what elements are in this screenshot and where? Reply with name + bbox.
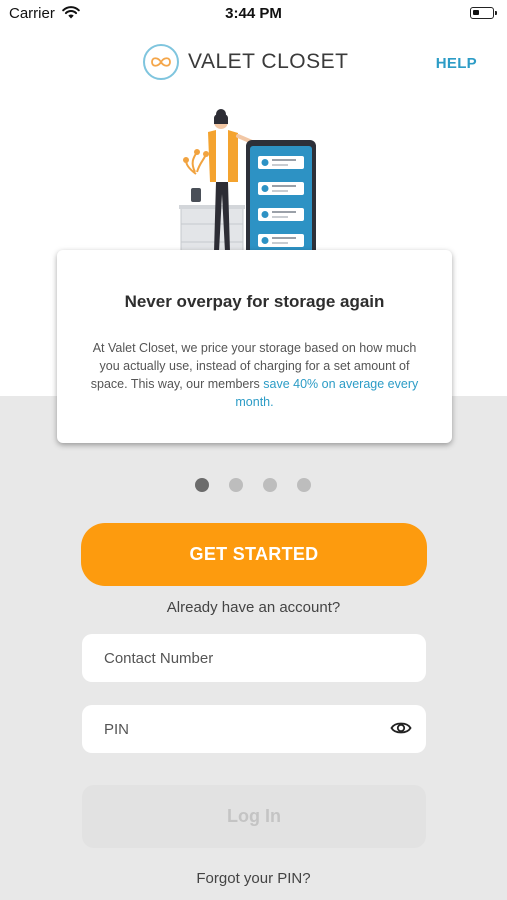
eye-icon[interactable]: [390, 719, 412, 737]
contact-number-input[interactable]: [102, 648, 376, 668]
onboarding-card: Never overpay for storage again At Valet…: [57, 250, 452, 443]
battery-icon: [470, 7, 497, 19]
brand: VALET CLOSET: [142, 42, 348, 82]
pin-input[interactable]: [102, 719, 376, 739]
have-account-text: Already have an account?: [166, 599, 341, 616]
help-link[interactable]: HELP: [436, 55, 477, 72]
page-dot-1[interactable]: [195, 478, 209, 492]
login-button[interactable]: Log In: [82, 785, 426, 848]
clock: 3:44 PM: [225, 5, 282, 22]
brand-name: VALET CLOSET: [188, 50, 349, 73]
forgot-pin-link[interactable]: Forgot your PIN?: [0, 870, 507, 887]
savings-highlight: save 40% on average every month.: [235, 377, 419, 409]
contact-number-field[interactable]: [82, 634, 426, 682]
page-dot-3[interactable]: [263, 478, 277, 492]
page-dot-2[interactable]: [229, 478, 243, 492]
storage-illustration: [179, 109, 316, 267]
status-bar: Carrier 3:44 PM: [0, 0, 507, 28]
card-title: Never overpay for storage again: [124, 292, 385, 311]
page-indicator[interactable]: [195, 478, 311, 492]
card-body: At Valet Closet, we price your storage b…: [81, 339, 428, 411]
get-started-button[interactable]: GET STARTED: [81, 523, 427, 586]
page-dot-4[interactable]: [297, 478, 311, 492]
valet-closet-logo: [143, 44, 179, 80]
pin-field[interactable]: [82, 705, 426, 753]
